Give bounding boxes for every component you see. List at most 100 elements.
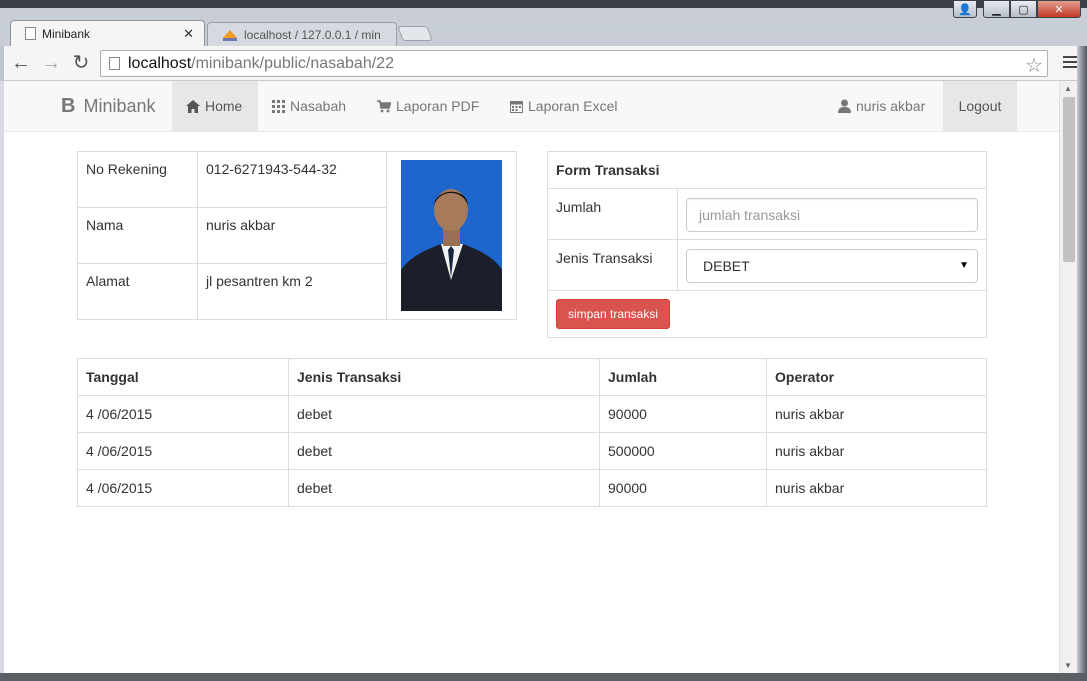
divider xyxy=(548,188,986,189)
transaction-form: Form Transaksi Jumlah jumlah transaksi J… xyxy=(547,151,987,338)
page-viewport: B Minibank Home Nasabah Laporan PDF Lapo… xyxy=(4,81,1059,673)
grid-icon xyxy=(272,99,285,113)
browser-toolbar: ← → ↻ localhost/minibank/public/nasabah/… xyxy=(0,46,1087,81)
info-label: Alamat xyxy=(86,273,130,289)
logout-button[interactable]: Logout xyxy=(943,81,1017,131)
dropdown-caret-icon: ▼ xyxy=(959,260,969,271)
cell-operator: nuris akbar xyxy=(766,469,987,507)
close-tab-icon[interactable]: ✕ xyxy=(183,26,194,42)
info-value: nuris akbar xyxy=(206,217,276,233)
divider xyxy=(677,189,678,291)
jenis-transaksi-label: Jenis Transaksi xyxy=(556,250,653,266)
chrome-menu-icon[interactable] xyxy=(1063,56,1077,71)
scrollbar-thumb[interactable] xyxy=(1063,97,1075,262)
calendar-icon xyxy=(510,100,523,113)
cell-tanggal: 4 /06/2015 xyxy=(77,469,289,507)
nav-user[interactable]: nuris akbar xyxy=(824,81,939,131)
info-row: Alamat jl pesantren km 2 xyxy=(78,263,387,319)
bitcoin-icon: B xyxy=(61,95,76,117)
form-title: Form Transaksi xyxy=(556,162,660,178)
cell-tanggal: 4 /06/2015 xyxy=(77,395,289,433)
jumlah-input[interactable]: jumlah transaksi xyxy=(686,198,978,232)
close-window-button[interactable]: ✕ xyxy=(1037,0,1081,18)
nav-nasabah[interactable]: Nasabah xyxy=(258,81,360,131)
user-icon xyxy=(838,99,851,113)
page-icon xyxy=(25,27,36,40)
transactions-table: Tanggal Jenis Transaksi Jumlah Operator … xyxy=(77,358,987,507)
info-value: 012-6271943-544-32 xyxy=(206,161,337,177)
forward-arrow-icon[interactable]: → xyxy=(40,52,62,74)
nav-label: Laporan Excel xyxy=(528,98,618,114)
tab-minibank[interactable]: Minibank ✕ xyxy=(10,20,205,46)
address-bar[interactable]: localhost/minibank/public/nasabah/22 ☆ xyxy=(100,50,1048,77)
phpmyadmin-icon xyxy=(223,29,237,41)
user-profile-icon[interactable]: 👤 xyxy=(953,0,977,18)
vertical-scrollbar[interactable]: ▲ ▼ xyxy=(1059,81,1077,673)
logout-label: Logout xyxy=(958,98,1002,114)
nav-laporan-excel[interactable]: Laporan Excel xyxy=(496,81,632,131)
customer-info-table: No Rekening 012-6271943-544-32 Nama nuri… xyxy=(77,151,517,320)
jenis-transaksi-select[interactable]: DEBET ▼ xyxy=(686,249,978,283)
select-value: DEBET xyxy=(703,258,750,274)
page-icon xyxy=(109,57,120,70)
tab-label: Minibank xyxy=(42,26,91,41)
window-frame xyxy=(1077,46,1087,681)
reload-icon[interactable]: ↻ xyxy=(70,52,92,74)
minimize-button[interactable]: ▁ xyxy=(983,0,1010,18)
cell-jenis: debet xyxy=(288,469,600,507)
nav-label: Laporan PDF xyxy=(396,98,480,114)
window-frame xyxy=(0,673,1087,681)
nav-home[interactable]: Home xyxy=(172,81,258,131)
tab-label: localhost / 127.0.0.1 / min xyxy=(244,27,381,42)
url-host: localhost xyxy=(128,54,192,72)
brand[interactable]: B Minibank xyxy=(61,95,156,118)
simpan-transaksi-button[interactable]: simpan transaksi xyxy=(556,299,670,329)
cell-jenis: debet xyxy=(288,432,600,470)
bookmark-star-icon[interactable]: ☆ xyxy=(1025,53,1043,78)
column-header: Operator xyxy=(766,358,987,396)
divider xyxy=(548,290,986,291)
info-label: Nama xyxy=(86,217,124,233)
cell-jumlah: 90000 xyxy=(599,395,767,433)
home-icon xyxy=(186,99,200,113)
column-header: Tanggal xyxy=(77,358,289,396)
new-tab-button[interactable] xyxy=(397,26,433,41)
nav-laporan-pdf[interactable]: Laporan PDF xyxy=(363,81,493,131)
customer-photo xyxy=(401,160,502,311)
info-label: No Rekening xyxy=(86,161,167,177)
navbar: B Minibank Home Nasabah Laporan PDF Lapo… xyxy=(4,81,1059,132)
divider xyxy=(197,152,198,319)
cell-jumlah: 500000 xyxy=(599,432,767,470)
nav-label: Home xyxy=(205,98,243,114)
jumlah-label: Jumlah xyxy=(556,199,602,215)
info-row: Nama nuris akbar xyxy=(78,207,387,263)
tab-phpmyadmin[interactable]: localhost / 127.0.0.1 / min xyxy=(207,22,397,46)
divider xyxy=(548,239,986,240)
info-row: No Rekening 012-6271943-544-32 xyxy=(78,152,387,208)
cell-jenis: debet xyxy=(288,395,600,433)
url-path: /minibank/public/nasabah/22 xyxy=(191,54,394,72)
scroll-down-arrow-icon[interactable]: ▼ xyxy=(1064,661,1072,670)
brand-label: Minibank xyxy=(83,96,156,116)
person-portrait-image xyxy=(401,160,502,311)
window-controls: 👤 ▁ ▢ ✕ xyxy=(953,0,1081,20)
info-value: jl pesantren km 2 xyxy=(206,273,313,289)
table-row: 4 /06/2015 debet 90000 nuris akbar xyxy=(77,469,987,507)
cell-operator: nuris akbar xyxy=(766,395,987,433)
nav-user-label: nuris akbar xyxy=(856,98,926,114)
maximize-button[interactable]: ▢ xyxy=(1010,0,1037,18)
cell-jumlah: 90000 xyxy=(599,469,767,507)
table-row: 4 /06/2015 debet 90000 nuris akbar xyxy=(77,395,987,433)
back-arrow-icon[interactable]: ← xyxy=(10,52,32,74)
divider xyxy=(386,152,387,319)
cell-tanggal: 4 /06/2015 xyxy=(77,432,289,470)
column-header: Jumlah xyxy=(599,358,767,396)
scroll-up-arrow-icon[interactable]: ▲ xyxy=(1064,84,1072,93)
column-header: Jenis Transaksi xyxy=(288,358,600,396)
table-row: 4 /06/2015 debet 500000 nuris akbar xyxy=(77,432,987,470)
cell-operator: nuris akbar xyxy=(766,432,987,470)
nav-label: Nasabah xyxy=(290,98,347,114)
cart-icon xyxy=(377,99,391,112)
table-header-row: Tanggal Jenis Transaksi Jumlah Operator xyxy=(77,358,987,396)
browser-titlebar: 👤 ▁ ▢ ✕ Minibank ✕ localhost / 127.0.0.1… xyxy=(0,0,1087,46)
